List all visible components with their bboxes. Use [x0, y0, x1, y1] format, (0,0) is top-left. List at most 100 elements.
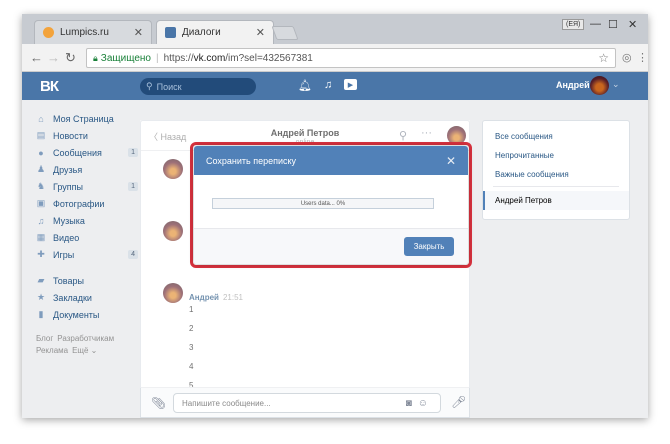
footer-link-more[interactable]: Ещё ⌄	[72, 346, 97, 355]
filter-divider	[493, 186, 619, 187]
vk-logo[interactable]: ВК	[40, 78, 59, 95]
sidebar-item-photos[interactable]: ▣ Фотографии	[36, 195, 138, 212]
progress-bar: Users data... 0%	[212, 198, 434, 209]
tab-strip: Lumpics.ru ✕ Диалоги ✕ (ЕЯ) — ☐ ✕	[22, 14, 648, 44]
games-count-badge: 4	[128, 250, 138, 259]
footer-link-blog[interactable]: Блог	[36, 334, 53, 343]
friends-icon: ♟	[36, 164, 46, 174]
filter-unread[interactable]: Непрочитанные	[483, 146, 629, 165]
progress-text: Users data... 0%	[300, 200, 346, 207]
filter-all-messages[interactable]: Все сообщения	[483, 127, 629, 146]
modal-footer: Закрыть	[194, 228, 468, 264]
sidebar-item-label: Музыка	[53, 215, 85, 226]
sidebar-item-music[interactable]: ♫ Музыка	[36, 212, 138, 229]
modal-header: Сохранить переписку ✕	[194, 146, 468, 175]
tab-close-icon[interactable]: ✕	[134, 26, 143, 39]
tab-lumpics[interactable]: Lumpics.ru ✕	[34, 20, 152, 44]
search-icon: ⚲	[146, 81, 153, 91]
modal-title: Сохранить переписку	[206, 155, 297, 166]
groups-count-badge: 1	[128, 182, 138, 191]
header-user-name[interactable]: Андрей	[556, 80, 590, 90]
sidebar-item-label: Моя Страница	[53, 113, 114, 124]
secure-indicator[interactable]: 🔒︎ Защищено	[93, 53, 151, 64]
sidebar-item-label: Товары	[53, 275, 84, 286]
documents-icon: ▮	[38, 309, 44, 319]
sidebar-item-games[interactable]: ✚ Игры 4	[36, 246, 138, 263]
tab-label: Диалоги	[182, 27, 221, 38]
close-button[interactable]: Закрыть	[404, 237, 454, 256]
sidebar-item-my-page[interactable]: ⌂ Моя Страница	[36, 110, 138, 127]
minimize-icon[interactable]: —	[590, 18, 601, 30]
home-icon: ⌂	[38, 113, 44, 124]
camera-icon[interactable]: ◙	[406, 398, 418, 409]
window-close-icon[interactable]: ✕	[628, 18, 637, 31]
footer-link-ads[interactable]: Реклама	[36, 346, 68, 355]
url-text: https://vk.com/im?sel=432567381	[163, 52, 313, 64]
groups-icon: ♞	[36, 181, 46, 191]
maximize-icon[interactable]: ☐	[608, 18, 618, 31]
sidebar-item-documents[interactable]: ▮ Документы	[36, 306, 138, 323]
new-tab-button[interactable]	[271, 26, 299, 40]
header-avatar[interactable]	[590, 76, 609, 95]
sidebar-item-friends[interactable]: ♟ Друзья	[36, 161, 138, 178]
chevron-down-icon[interactable]: ⌄	[612, 79, 620, 90]
sidebar-item-groups[interactable]: ♞ Группы 1	[36, 178, 138, 195]
sidebar-item-messages[interactable]: ● Сообщения 1	[36, 144, 138, 161]
menu-dots-icon[interactable]: ⋮	[637, 51, 648, 64]
sidebar-item-label: Друзья	[53, 164, 83, 175]
sidebar-item-video[interactable]: ▦ Видео	[36, 229, 138, 246]
sidebar-item-news[interactable]: ▤ Новости	[36, 127, 138, 144]
footer-link-developers[interactable]: Разработчикам	[57, 334, 114, 343]
attach-paperclip-icon[interactable]: 📎︎	[151, 396, 166, 410]
search-placeholder: Поиск	[156, 81, 182, 92]
sidebar-separator	[36, 263, 138, 272]
filter-current-dialog[interactable]: Андрей Петров	[483, 191, 629, 210]
message-placeholder: Напишите сообщение...	[182, 398, 271, 408]
lumpics-favicon-icon	[43, 27, 54, 38]
sidebar-item-label: Игры	[53, 249, 75, 260]
sidebar-item-label: Документы	[53, 309, 100, 320]
messages-count-badge: 1	[128, 148, 138, 157]
save-chat-modal: Сохранить переписку ✕ Users data... 0% З…	[194, 146, 468, 264]
sidebar-item-label: Видео	[53, 232, 80, 243]
music-icon: ♫	[37, 215, 45, 226]
browser-toolbar: ← → ↻ 🔒︎ Защищено | https://vk.com/im?se…	[22, 44, 648, 72]
games-icon: ✚	[37, 249, 45, 259]
smile-icon[interactable]: ☺	[418, 398, 434, 409]
message-composer: 📎︎ Напишите сообщение... ◙☺ 🎤︎	[141, 387, 469, 417]
tab-label: Lumpics.ru	[60, 27, 109, 38]
video-icon: ▦	[36, 232, 46, 242]
lock-icon: 🔒︎	[93, 52, 98, 63]
sidebar-item-label: Сообщения	[53, 147, 102, 158]
sidebar-item-bookmarks[interactable]: ★ Закладки	[36, 289, 138, 306]
address-bar[interactable]: 🔒︎ Защищено | https://vk.com/im?sel=4325…	[86, 48, 616, 68]
notifications-bell-icon[interactable]: 🔔︎	[298, 79, 312, 92]
search-input[interactable]: ⚲ Поиск	[140, 78, 256, 95]
sidebar-item-label: Закладки	[53, 292, 92, 303]
photos-icon: ▣	[36, 198, 46, 208]
back-arrow-icon[interactable]: ←	[30, 50, 43, 65]
microphone-icon[interactable]: 🎤︎	[451, 395, 466, 409]
input-language-badge: (ЕЯ)	[562, 19, 585, 30]
bookmark-star-icon[interactable]: ☆	[598, 51, 609, 65]
vk-header: ВК ⚲ Поиск 🔔︎ ♫ ▶ Андрей ⌄	[22, 72, 648, 100]
camera-smile-icons[interactable]: ◙☺	[406, 398, 434, 409]
left-sidebar: ⌂ Моя Страница ▤ Новости ● Сообщения 1 ♟ Друз…	[36, 110, 138, 357]
secure-label: Защищено	[100, 52, 151, 64]
tab-close-icon[interactable]: ✕	[256, 26, 265, 39]
filter-important[interactable]: Важные сообщения	[483, 165, 629, 184]
music-note-icon[interactable]: ♫	[324, 79, 332, 91]
forward-arrow-icon[interactable]: →	[47, 50, 60, 65]
message-input[interactable]: Напишите сообщение... ◙☺	[173, 393, 441, 413]
sidebar-item-goods[interactable]: ▰ Товары	[36, 272, 138, 289]
tab-dialogs[interactable]: Диалоги ✕	[156, 20, 274, 44]
vk-favicon-icon	[165, 27, 176, 38]
news-icon: ▤	[36, 130, 46, 140]
reload-icon[interactable]: ↻	[65, 50, 76, 66]
extension-icon[interactable]: ◎	[622, 51, 632, 64]
video-play-icon[interactable]: ▶	[344, 79, 357, 90]
sidebar-footer: Блог Разработчикам Реклама Ещё ⌄	[36, 333, 138, 357]
sidebar-item-label: Группы	[53, 181, 83, 192]
close-icon[interactable]: ✕	[446, 154, 456, 168]
goods-icon: ▰	[37, 275, 45, 285]
